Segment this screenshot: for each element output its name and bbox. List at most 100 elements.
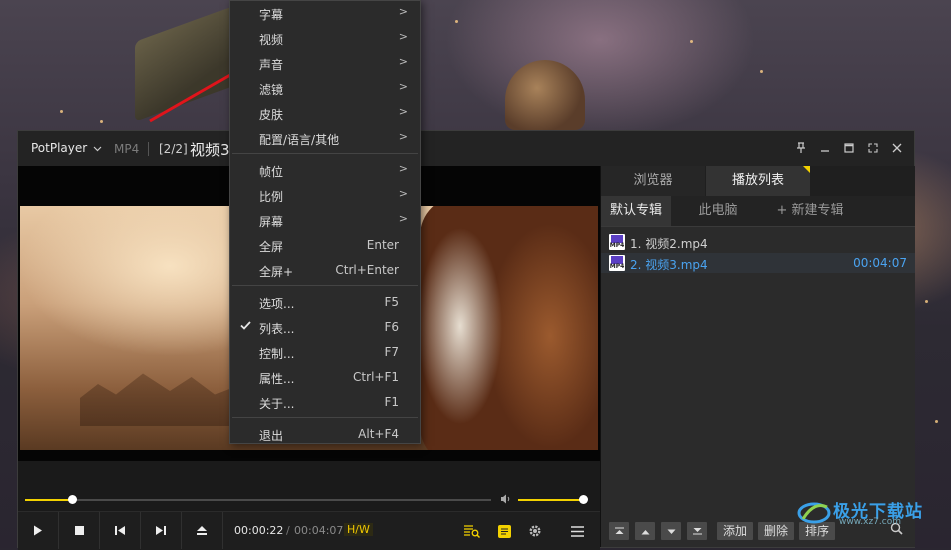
submenu-arrow-icon: >	[398, 30, 408, 43]
menu-separator	[232, 153, 418, 154]
player-window: PotPlayer MP4 [2/2] 视频3 00:00:22 / 00:04…	[17, 130, 915, 550]
tab-browser[interactable]: 浏览器	[601, 166, 705, 196]
playlist-item-duration: 00:04:07	[853, 256, 907, 270]
play-button[interactable]	[18, 512, 59, 549]
menu-item-filters[interactable]: 滤镜 >	[230, 76, 420, 101]
delete-button[interactable]: 删除	[758, 522, 794, 540]
app-name: PotPlayer	[31, 141, 88, 155]
fullscreen-icon[interactable]	[864, 139, 882, 157]
titlebar: PotPlayer MP4 [2/2] 视频3	[18, 131, 914, 167]
album-tab-default[interactable]: 默认专辑	[601, 196, 671, 226]
controls-bar: 00:00:22 / 00:04:07 H/W	[18, 511, 600, 550]
eject-button[interactable]	[182, 512, 223, 549]
panel-tabs: 浏览器 播放列表	[601, 166, 915, 196]
hw-decoding-badge[interactable]: H/W	[344, 523, 373, 536]
playlist-panel: 浏览器 播放列表 默认专辑 此电脑 + 新建专辑 MP4 1. 视频2.mp4 …	[600, 166, 915, 547]
menu-item-audio[interactable]: 声音 >	[230, 51, 420, 76]
menu-item-subtitles[interactable]: 字幕 >	[230, 1, 420, 26]
subtitle-search-icon[interactable]	[462, 521, 482, 541]
move-top-button[interactable]	[609, 522, 629, 540]
seek-bar[interactable]	[25, 495, 491, 504]
submenu-arrow-icon: >	[398, 187, 408, 200]
menu-item-ratio[interactable]: 比例 >	[230, 183, 420, 208]
submenu-arrow-icon: >	[398, 162, 408, 175]
menu-item-config[interactable]: 配置/语言/其他 >	[230, 126, 420, 151]
seek-bar-fill	[25, 499, 72, 501]
move-down-button[interactable]	[661, 522, 681, 540]
video-scene-figure	[420, 206, 598, 450]
background-light	[60, 110, 63, 113]
menu-item-video[interactable]: 视频 >	[230, 26, 420, 51]
next-button[interactable]	[141, 512, 182, 549]
volume-slider-fill	[518, 499, 583, 501]
active-tab-marker	[803, 166, 810, 173]
move-bottom-button[interactable]	[687, 522, 707, 540]
time-separator: /	[286, 524, 290, 537]
move-up-icon	[641, 530, 649, 535]
video-file-icon: MP4	[609, 255, 625, 271]
speaker-icon[interactable]	[500, 493, 514, 507]
context-menu: 字幕 > 视频 > 声音 > 滤镜 > 皮肤 > 配置/语言/其他 > 帧位 >…	[229, 0, 421, 444]
submenu-arrow-icon: >	[398, 5, 408, 18]
playlist-item-active[interactable]: MP4 2. 视频3.mp4 00:04:07	[601, 253, 915, 273]
watermark-url: www.xz7.com	[839, 517, 901, 527]
album-tabs: 默认专辑 此电脑 + 新建专辑	[601, 196, 915, 227]
subtitle-icon[interactable]	[494, 521, 514, 541]
add-button[interactable]: 添加	[717, 522, 753, 540]
pin-icon[interactable]	[792, 139, 810, 157]
menu-item-options[interactable]: 选项... F5	[230, 290, 420, 315]
total-time: 00:04:07	[294, 524, 344, 537]
playlist-item-title: 1. 视频2.mp4	[630, 237, 708, 251]
background-light	[455, 20, 458, 23]
album-tab-this-pc[interactable]: 此电脑	[673, 196, 763, 226]
watermark: 极光下载站 www.xz7.com	[793, 497, 943, 527]
playlist-item[interactable]: MP4 1. 视频2.mp4	[601, 232, 915, 252]
submenu-arrow-icon: >	[398, 105, 408, 118]
app-menu-button[interactable]: PotPlayer	[23, 138, 110, 158]
previous-icon	[115, 526, 125, 535]
menu-item-exit[interactable]: 退出 Alt+F4	[230, 422, 420, 447]
check-icon	[240, 319, 251, 333]
move-down-icon	[667, 529, 675, 534]
menu-item-playlist[interactable]: 列表... F6	[230, 315, 420, 340]
current-time: 00:00:22	[234, 524, 284, 537]
stop-button[interactable]	[59, 512, 100, 549]
background-light	[935, 420, 938, 423]
play-icon	[34, 525, 42, 536]
background-light	[925, 300, 928, 303]
playlist-item-title: 2. 视频3.mp4	[630, 258, 708, 272]
tab-playlist[interactable]: 播放列表	[706, 166, 810, 196]
next-icon	[156, 526, 166, 535]
watermark-logo-icon	[797, 502, 831, 524]
seek-bar-thumb[interactable]	[67, 495, 77, 504]
menu-item-frame[interactable]: 帧位 >	[230, 158, 420, 183]
move-top-icon	[614, 527, 624, 534]
hamburger-icon[interactable]	[567, 521, 587, 541]
title-divider	[148, 142, 149, 156]
menu-item-about[interactable]: 关于... F1	[230, 390, 420, 415]
submenu-arrow-icon: >	[398, 55, 408, 68]
file-title: 视频3	[190, 141, 230, 159]
background-light	[690, 40, 693, 43]
volume-slider-thumb[interactable]	[578, 495, 588, 504]
menu-item-skin[interactable]: 皮肤 >	[230, 101, 420, 126]
menu-item-control[interactable]: 控制... F7	[230, 340, 420, 365]
background-light	[100, 120, 103, 123]
maximize-icon[interactable]	[840, 139, 858, 157]
menu-item-fullscreen-plus[interactable]: 全屏+ Ctrl+Enter	[230, 258, 420, 283]
move-up-button[interactable]	[635, 522, 655, 540]
volume-slider[interactable]	[518, 495, 588, 504]
minimize-icon[interactable]	[816, 139, 834, 157]
menu-item-properties[interactable]: 属性... Ctrl+F1	[230, 365, 420, 390]
stop-icon	[74, 526, 84, 535]
gear-icon[interactable]	[525, 521, 545, 541]
move-bottom-icon	[692, 528, 702, 535]
close-icon[interactable]	[888, 139, 906, 157]
menu-item-screen[interactable]: 屏幕 >	[230, 208, 420, 233]
playlist-index: [2/2]	[159, 142, 188, 156]
menu-item-fullscreen[interactable]: 全屏 Enter	[230, 233, 420, 258]
previous-button[interactable]	[100, 512, 141, 549]
format-label: MP4	[114, 142, 140, 156]
new-album-button[interactable]: + 新建专辑	[765, 196, 855, 226]
menu-separator	[232, 285, 418, 286]
